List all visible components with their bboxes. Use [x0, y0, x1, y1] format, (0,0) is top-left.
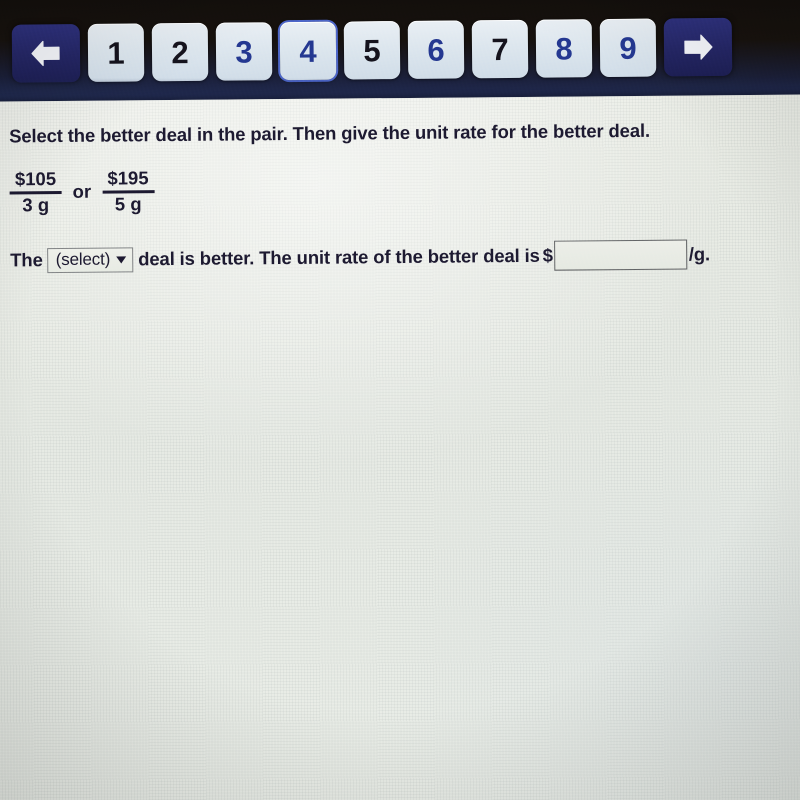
page-button-3[interactable]: 3 [215, 22, 273, 81]
back-arrow-icon [31, 40, 60, 67]
forward-arrow-button[interactable] [663, 17, 733, 77]
ratio-a-numerator: $105 [14, 167, 57, 189]
page-button-9[interactable]: 9 [599, 18, 657, 78]
page-navigation-strip: 1 2 3 4 5 6 7 8 9 [0, 6, 800, 94]
page-button-2[interactable]: 2 [151, 22, 209, 82]
answer-lead-text: The [10, 249, 43, 271]
worksheet-page: Select the better deal in the pair. Then… [0, 94, 800, 800]
page-button-label: 1 [107, 35, 125, 71]
page-button-7[interactable]: 7 [471, 19, 529, 79]
unit-suffix-label: /g. [688, 243, 711, 265]
answer-sentence: The (select) deal is better. The unit ra… [10, 239, 800, 276]
forward-arrow-icon [684, 34, 713, 60]
back-arrow-button[interactable] [11, 24, 81, 83]
answer-middle-text: deal is better. The unit rate of the bet… [138, 244, 540, 270]
page-button-label: 7 [491, 31, 509, 67]
page-button-5[interactable]: 5 [343, 21, 401, 80]
page-button-label: 3 [235, 33, 253, 70]
question-prompt: Select the better deal in the pair. Then… [9, 119, 650, 147]
page-button-4[interactable]: 4 [279, 21, 337, 81]
question-content: Select the better deal in the pair. Then… [9, 119, 800, 276]
page-navigation-toolbar: 1 2 3 4 5 6 7 8 9 [0, 0, 800, 104]
screenshot-root: 1 2 3 4 5 6 7 8 9 Select the better deal… [0, 0, 800, 800]
ratio-option-a: $105 3 g [9, 167, 62, 216]
page-button-label: 2 [171, 34, 189, 70]
currency-symbol: $ [542, 244, 553, 266]
page-button-6[interactable]: 6 [407, 20, 465, 79]
page-button-label: 5 [363, 32, 381, 68]
page-button-label: 4 [299, 33, 317, 69]
better-deal-select[interactable]: (select) [47, 246, 134, 273]
ratio-b-denominator: 5 g [114, 193, 142, 215]
ratio-option-b: $195 5 g [102, 166, 155, 215]
ratio-a-denominator: 3 g [22, 193, 50, 216]
better-deal-select-value: (select) [55, 249, 111, 270]
ratio-comparison: $105 3 g or $195 5 g [9, 155, 800, 224]
page-button-label: 6 [427, 32, 445, 68]
unit-rate-input[interactable] [553, 239, 687, 271]
page-button-1[interactable]: 1 [87, 23, 145, 82]
chevron-down-icon [116, 256, 127, 264]
page-button-8[interactable]: 8 [535, 19, 593, 78]
ratio-b-numerator: $195 [107, 166, 149, 189]
ratio-conjunction: or [72, 180, 92, 202]
page-button-label: 9 [619, 30, 637, 66]
page-button-label: 8 [555, 30, 573, 67]
